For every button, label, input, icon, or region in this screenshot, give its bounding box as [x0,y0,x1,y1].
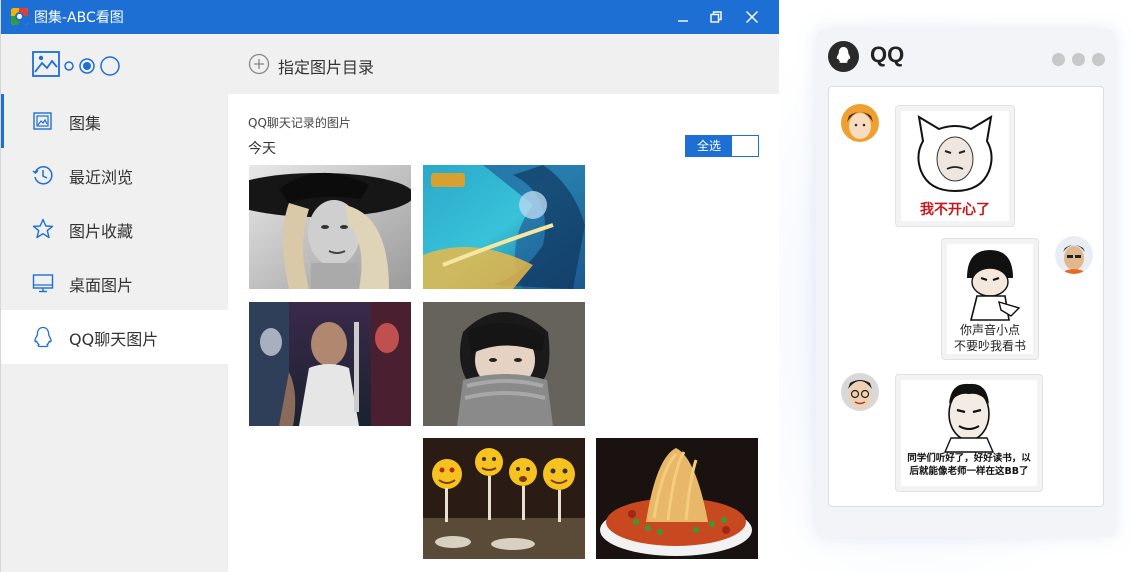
qq-penguin-icon [34,326,52,348]
chat-bubble-meme[interactable]: 你声音小点 不要吵我看书 [941,238,1039,360]
qq-title: QQ [870,42,905,67]
avatar [841,104,879,142]
window-title: 图集-ABC看图 [34,10,124,26]
meme-caption: 我不开心了 [920,202,990,218]
sidebar-item-label: 图片收藏 [69,222,134,241]
screenshot-stage: 图集-ABC看图 图集 最近浏览 图片收藏 桌面图片 QQ聊天图片 指定图片目录… [0,0,1132,572]
thumbnail-woman-hat[interactable] [249,165,411,289]
app-window: 图集-ABC看图 图集 最近浏览 图片收藏 桌面图片 QQ聊天图片 指定图片目录… [0,0,779,572]
sidebar-item-desktop[interactable]: 桌面图片 [1,256,228,310]
add-circle-icon [248,53,270,75]
close-icon [745,10,759,24]
thumbnail-emoji-party[interactable] [423,438,585,559]
thumbnail-boy-scarf[interactable] [423,302,585,426]
chat-message-area[interactable]: 我不开心了 你声音小点 不要吵我看书 同学们听好了，好好读书，以 后就能像老师一… [828,86,1104,507]
title-bar[interactable]: 图集-ABC看图 [1,0,779,34]
minimize-button[interactable] [671,5,695,29]
sidebar-item-label: QQ聊天图片 [69,330,159,349]
app-logo-icon [11,8,28,25]
select-all-toggle[interactable]: 全选 [685,135,759,157]
qq-logo-icon [828,41,859,72]
sidebar-item-recent[interactable]: 最近浏览 [1,148,228,202]
sidebar-item-qq-images[interactable]: QQ聊天图片 [1,310,228,364]
chat-bubble-meme[interactable]: 同学们听好了，好好读书，以 后就能像老师一样在这BB了 [895,374,1043,492]
meme-caption-line-2: 不要吵我看书 [953,339,1026,353]
picture-slider-logo-icon [32,51,120,77]
image-content-area[interactable]: QQ聊天记录的图片 今天 全选 [228,94,779,572]
sidebar-logo [32,50,132,80]
avatar [1055,236,1093,274]
sidebar-item-label: 图集 [69,114,102,133]
section-title: QQ聊天记录的图片 [248,116,351,130]
restore-button[interactable] [704,5,728,29]
monitor-icon [32,274,54,293]
star-icon [32,218,54,239]
specify-folder-label: 指定图片目录 [278,58,375,77]
sidebar-item-label: 桌面图片 [69,276,134,295]
thumbnail-movie-poster[interactable] [249,302,411,426]
minimize-icon [678,20,688,22]
thumbnail-noodle-bowl[interactable] [596,438,758,559]
date-group-label: 今天 [248,141,276,157]
sidebar-item-album[interactable]: 图集 [1,94,228,148]
select-all-label: 全选 [686,136,732,156]
meme-caption-line-2: 后就能像老师一样在这BB了 [909,466,1029,477]
more-options-icon[interactable] [1052,53,1108,67]
avatar [841,373,879,411]
thumbnail-game-art[interactable] [423,165,585,289]
chat-bubble-meme[interactable]: 我不开心了 [895,105,1015,227]
meme-caption-line-1: 你声音小点 [959,323,1020,337]
sidebar: 图集 最近浏览 图片收藏 桌面图片 QQ聊天图片 [1,34,228,572]
toolbar: 指定图片目录 [228,34,779,94]
sidebar-item-favorites[interactable]: 图片收藏 [1,202,228,256]
sidebar-item-label: 最近浏览 [69,168,134,187]
close-button[interactable] [740,5,764,29]
qq-chat-panel: QQ 我不开心了 你声音小点 不要吵我看书 同学们听好了，好好读书，以 后就能像… [816,29,1116,537]
meme-caption-line-1: 同学们听好了，好好读书，以 [907,453,1031,464]
history-clock-icon [32,166,53,185]
restore-icon [710,11,722,23]
album-icon [33,112,52,130]
